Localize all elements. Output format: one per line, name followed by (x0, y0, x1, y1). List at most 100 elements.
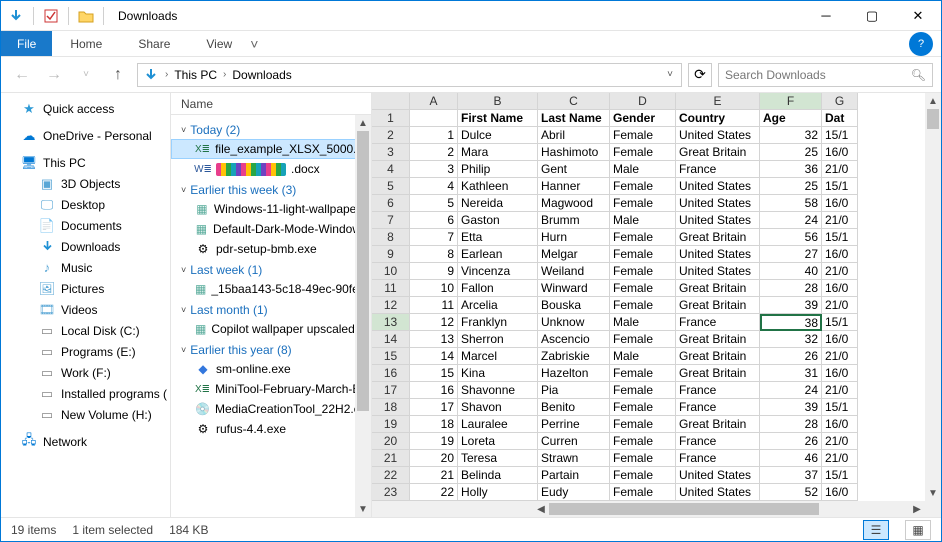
nav-thispc[interactable]: 🖥This PC (1, 152, 170, 173)
chevron-down-icon: ˅ (181, 125, 186, 135)
nav-documents[interactable]: 📄Documents (1, 215, 170, 236)
preview-hscroll[interactable]: ◀ ▶ (372, 501, 941, 517)
nav-onedrive[interactable]: ☁OneDrive - Personal (1, 125, 170, 146)
nav-work-f[interactable]: ▭Work (F:) (1, 362, 170, 383)
pictures-icon: 🖼 (39, 281, 55, 297)
image-icon: ▦ (195, 321, 206, 337)
file-item[interactable]: 💿MediaCreationTool_22H2.exe (171, 399, 371, 419)
row-header: 7 (372, 212, 410, 229)
chevron-right-icon[interactable]: › (164, 69, 169, 80)
scroll-up-arrow[interactable]: ▲ (355, 115, 371, 131)
refresh-button[interactable]: ⟳ (688, 63, 712, 87)
preview-pane: ABCDEFG1First NameLast NameGenderCountry… (371, 93, 941, 517)
close-button[interactable]: ✕ (895, 1, 941, 30)
nav-network[interactable]: 🖧Network (1, 431, 170, 452)
desktop-icon: 🖵 (39, 197, 55, 213)
group-last-week[interactable]: ˅Last week (1) (171, 259, 371, 279)
nav-pictures[interactable]: 🖼Pictures (1, 278, 170, 299)
tab-share[interactable]: Share (120, 31, 188, 56)
nav-programs-e[interactable]: ▭Programs (E:) (1, 341, 170, 362)
up-button[interactable]: ↑ (105, 62, 131, 88)
nav-newvolume-h[interactable]: ▭New Volume (H:) (1, 404, 170, 425)
breadcrumb-downloads[interactable]: Downloads (229, 66, 294, 84)
preview-vscroll[interactable]: ▲ ▼ (925, 93, 941, 501)
nav-music[interactable]: ♪Music (1, 257, 170, 278)
nav-installed-g[interactable]: ▭Installed programs ( (1, 383, 170, 404)
row-header: 15 (372, 348, 410, 365)
help-button[interactable]: ? (909, 32, 933, 56)
image-icon: ▦ (195, 201, 209, 217)
breadcrumb-thispc[interactable]: This PC (171, 66, 220, 84)
folder-icon[interactable] (75, 5, 97, 27)
file-item[interactable]: ⚙pdr-setup-bmb.exe (171, 239, 371, 259)
nav-3d-objects[interactable]: ▣3D Objects (1, 173, 170, 194)
row-header: 10 (372, 263, 410, 280)
title-bar: Downloads ─ ▢ ✕ (1, 1, 941, 31)
file-item[interactable]: ▦Default-Dark-Mode-Windows- (171, 219, 371, 239)
file-item[interactable]: ⚙rufus-4.4.exe (171, 419, 371, 439)
quickaccess-check-icon[interactable] (40, 5, 62, 27)
address-dropdown[interactable]: ˅ (661, 69, 679, 80)
recent-dropdown[interactable]: ˅ (73, 62, 99, 88)
tab-file[interactable]: File (1, 31, 52, 56)
maximize-button[interactable]: ▢ (849, 1, 895, 30)
chevron-right-icon[interactable]: › (222, 69, 227, 80)
file-item[interactable]: ▦_15baa143-5c18-49ec-90fe-6bb (171, 279, 371, 299)
file-item[interactable]: X≣MiniTool-February-March-ES-a (171, 379, 371, 399)
row-header: 14 (372, 331, 410, 348)
row-header: 18 (372, 399, 410, 416)
forward-button[interactable]: → (41, 62, 67, 88)
file-item[interactable]: ▦Copilot wallpaper upscaled.png (171, 319, 371, 339)
col-header-F: F (760, 93, 822, 110)
search-input[interactable]: Search Downloads 🔍︎ (718, 63, 933, 87)
chevron-down-icon: ˅ (181, 345, 186, 355)
scroll-down-arrow[interactable]: ▼ (925, 485, 941, 501)
row-header: 8 (372, 229, 410, 246)
scroll-thumb[interactable] (549, 503, 819, 515)
column-header-name[interactable]: Name (171, 93, 371, 115)
breadcrumb-bar[interactable]: › This PC › Downloads ˅ (137, 63, 682, 87)
scroll-thumb[interactable] (927, 109, 939, 129)
file-item[interactable]: ◆sm-online.exe (171, 359, 371, 379)
ribbon-collapse-icon[interactable]: ˅ (250, 36, 258, 52)
back-button[interactable]: ← (9, 62, 35, 88)
file-item[interactable]: ▦Windows-11-light-wallpaper-1 (171, 199, 371, 219)
scroll-right-arrow[interactable]: ▶ (909, 501, 925, 517)
scroll-left-arrow[interactable]: ◀ (533, 501, 549, 517)
tab-view[interactable]: View (188, 31, 250, 56)
nav-quick-access[interactable]: ★Quick access (1, 98, 170, 119)
search-icon: 🔍︎ (911, 68, 926, 82)
drive-icon: ▭ (39, 407, 55, 423)
file-item[interactable]: W≣.docx (171, 159, 371, 179)
excel-icon: X≣ (195, 141, 210, 157)
file-thumbnail (216, 163, 286, 176)
row-header: 2 (372, 127, 410, 144)
chevron-down-icon: ˅ (181, 305, 186, 315)
scroll-thumb[interactable] (357, 131, 369, 411)
ribbon-tabs: File Home Share View ˅ ? (1, 31, 941, 56)
scroll-down-arrow[interactable]: ▼ (355, 501, 371, 517)
pc-icon: 🖥 (21, 155, 37, 171)
col-header-E: E (676, 93, 760, 110)
nav-downloads[interactable]: Downloads (1, 236, 170, 257)
exe-icon: ⚙ (195, 421, 211, 437)
details-view-button[interactable]: ☰ (863, 520, 889, 540)
scroll-up-arrow[interactable]: ▲ (925, 93, 941, 109)
minimize-button[interactable]: ─ (803, 1, 849, 30)
nav-videos[interactable]: 🎞Videos (1, 299, 170, 320)
status-selected-count: 1 item selected (72, 523, 153, 537)
nav-desktop[interactable]: 🖵Desktop (1, 194, 170, 215)
file-item[interactable]: X≣file_example_XLSX_5000.xlsx (171, 139, 371, 159)
group-last-month[interactable]: ˅Last month (1) (171, 299, 371, 319)
row-header: 6 (372, 195, 410, 212)
file-list-scrollbar[interactable]: ▲ ▼ (355, 115, 371, 517)
group-today[interactable]: ˅Today (2) (171, 119, 371, 139)
col-header-B: B (458, 93, 538, 110)
nav-local-disk-c[interactable]: ▭Local Disk (C:) (1, 320, 170, 341)
quickaccess-down-arrow-icon[interactable] (5, 5, 27, 27)
group-earlier-week[interactable]: ˅Earlier this week (3) (171, 179, 371, 199)
tab-home[interactable]: Home (52, 31, 120, 56)
group-earlier-year[interactable]: ˅Earlier this year (8) (171, 339, 371, 359)
thumbnails-view-button[interactable]: ▦ (905, 520, 931, 540)
file-list: ˅Today (2) X≣file_example_XLSX_5000.xlsx… (171, 115, 371, 517)
